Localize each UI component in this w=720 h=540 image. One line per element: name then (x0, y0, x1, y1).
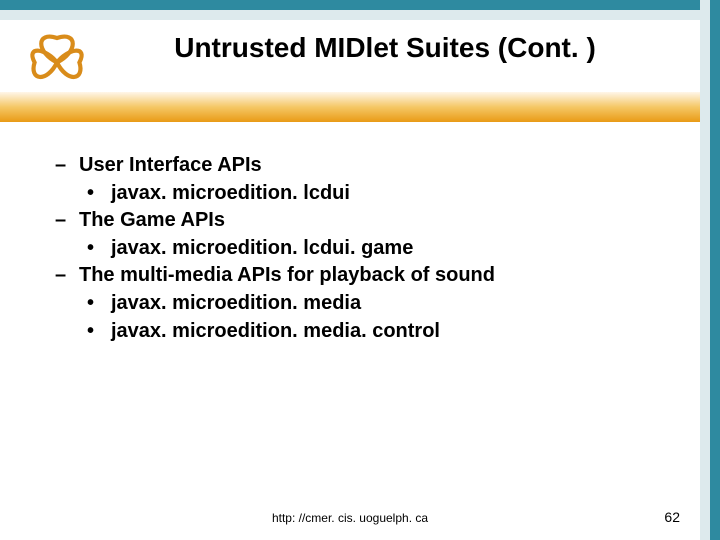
list-item: User Interface APIs (55, 152, 655, 180)
border-right-inner (700, 0, 710, 540)
accent-band (0, 92, 700, 122)
list-item: javax. microedition. lcdui. game (87, 235, 655, 263)
list-item: javax. microedition. lcdui (87, 180, 655, 208)
list-item: The multi-media APIs for playback of sou… (55, 262, 655, 290)
border-top-inner (0, 10, 700, 20)
footer-url: http: //cmer. cis. uoguelph. ca (0, 511, 700, 525)
trefoil-logo-icon (22, 24, 92, 94)
slide: Untrusted MIDlet Suites (Cont. ) User In… (0, 0, 720, 540)
slide-content: User Interface APIs javax. microedition.… (55, 152, 655, 345)
list-item: javax. microedition. media (87, 290, 655, 318)
border-right (710, 0, 720, 540)
list-item: The Game APIs (55, 207, 655, 235)
page-number: 62 (664, 509, 680, 525)
list-item: javax. microedition. media. control (87, 318, 655, 346)
border-top (0, 0, 700, 10)
slide-title: Untrusted MIDlet Suites (Cont. ) (95, 32, 675, 64)
